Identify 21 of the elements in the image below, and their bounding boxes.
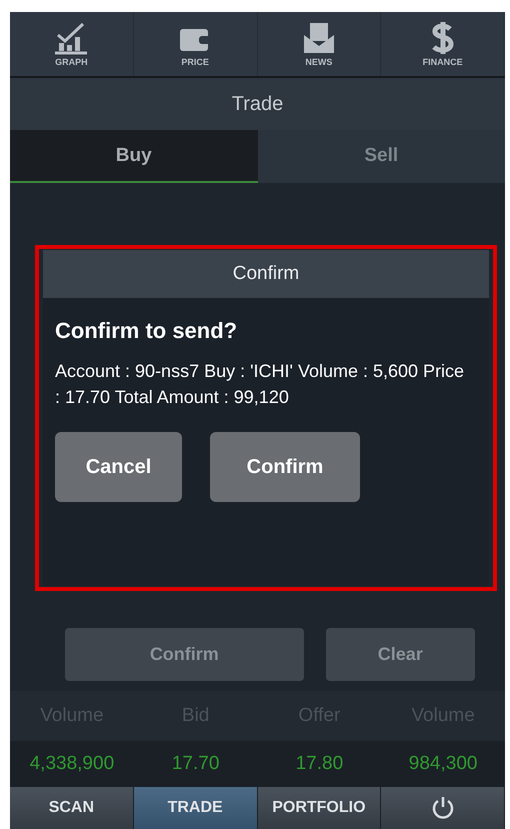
dialog-title: Confirm [43,250,489,298]
tab[interactable]: Buy [10,130,258,183]
dialog-button[interactable]: Cancel [55,432,182,502]
toolbar-button[interactable]: GRAPH [10,12,134,76]
tab[interactable]: Sell [258,130,505,183]
nav-tab[interactable]: PORTFOLIO [258,787,382,829]
power-button[interactable] [381,787,505,829]
table-cell-text: 17.80 [294,753,344,775]
toolbar-button[interactable]: PRICE [134,12,258,76]
toolbar-button[interactable]: NEWS [258,12,382,76]
dialog-heading: Confirm to send? [55,318,238,344]
screen-title: Trade [10,78,505,130]
dialog-message: Account : 90-nss7 Buy : 'ICHI' Volume : 5,600 Price : 17.70 Total Amount : 99,120 [55,360,466,409]
nav-tab[interactable]: TRADE [134,787,258,829]
table-cell-text: 17.70 [170,753,220,775]
table-cell-text: 984,300 [408,753,478,775]
dialog-button[interactable]: Confirm [210,432,360,502]
chart-icon [53,21,90,55]
nav-tab[interactable]: SCAN [10,787,134,829]
toolbar-button[interactable]: FINANCE [381,12,505,76]
table-cell-text: 4,338,900 [28,753,116,775]
